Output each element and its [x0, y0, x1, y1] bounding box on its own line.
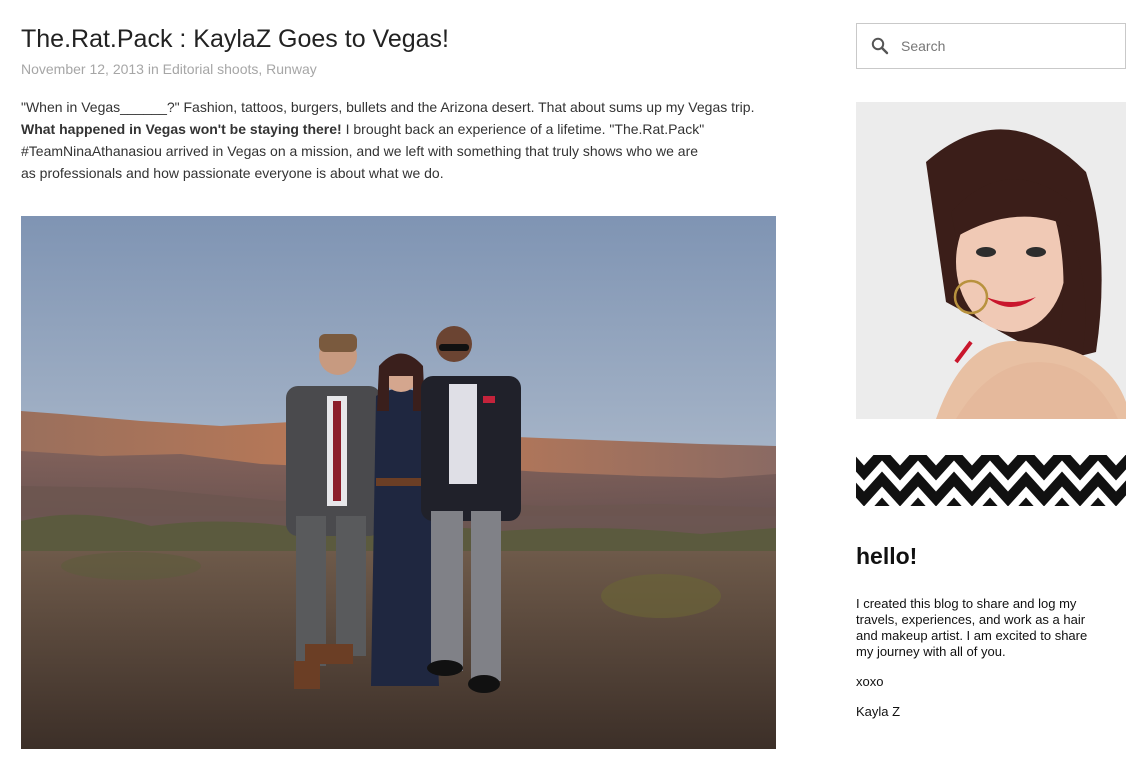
- category-link-runway[interactable]: Runway: [266, 61, 317, 77]
- chevron-banner: [856, 455, 1126, 506]
- about-text-line-4: my journey with all of you.: [856, 644, 1006, 659]
- post-meta-in: in: [143, 61, 163, 77]
- post-body-bold: What happened in Vegas won't be staying …: [21, 121, 342, 137]
- post-body: "When in Vegas______?" Fashion, tattoos,…: [21, 96, 801, 184]
- about-signoff-xoxo: xoxo: [856, 674, 884, 689]
- search-box[interactable]: [856, 23, 1126, 69]
- about-signature: Kayla Z: [856, 704, 901, 719]
- post-body-line-2: What happened in Vegas won't be staying …: [21, 118, 801, 140]
- post-body-line-4: as professionals and how passionate ever…: [21, 165, 444, 181]
- about-text-line-3: and makeup artist. I am excited to share: [856, 628, 1088, 643]
- post-body-line-2-rest: I brought back an experience of a lifeti…: [341, 121, 705, 137]
- profile-photo: [856, 102, 1126, 419]
- search-icon[interactable]: [857, 24, 903, 68]
- post-body-line-1: "When in Vegas______?" Fashion, tattoos,…: [21, 99, 755, 115]
- post-body-line-3: #TeamNinaAthanasiou arrived in Vegas on …: [21, 143, 699, 159]
- category-separator: ,: [258, 61, 267, 77]
- search-input[interactable]: [901, 31, 1101, 61]
- category-link-editorial[interactable]: Editorial shoots: [163, 61, 259, 77]
- post-meta: November 12, 2013 in Editorial shoots, R…: [21, 61, 317, 77]
- about-widget-text: I created this blog to share and log my …: [856, 596, 1128, 660]
- about-text-line-1: I created this blog to share and log my: [856, 596, 1077, 611]
- post-date: November 12, 2013: [21, 61, 144, 77]
- post-photo[interactable]: [21, 216, 776, 749]
- about-text-line-2: travels, experiences, and work as a hair: [856, 612, 1086, 627]
- post-title[interactable]: The.Rat.Pack : KaylaZ Goes to Vegas!: [21, 24, 781, 54]
- about-widget-title: hello!: [856, 543, 918, 569]
